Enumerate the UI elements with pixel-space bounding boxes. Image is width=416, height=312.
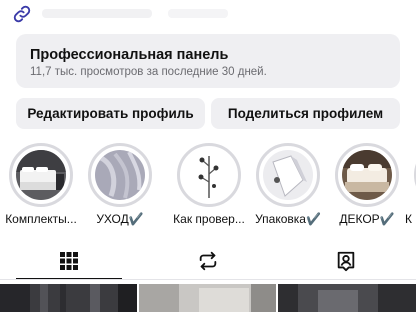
posts-grid bbox=[0, 284, 416, 312]
link-icon bbox=[13, 5, 31, 23]
highlight-ring bbox=[177, 143, 241, 207]
highlight-thumbnail bbox=[16, 150, 66, 200]
post-thumbnail[interactable] bbox=[0, 284, 137, 312]
link-text-cropped-2 bbox=[168, 9, 228, 18]
highlight-label: Комплекты... bbox=[5, 212, 77, 226]
link-text-cropped bbox=[42, 9, 152, 18]
highlight-thumbnail bbox=[263, 150, 313, 200]
highlight-label: Упаковка✔️ bbox=[255, 212, 321, 226]
dashboard-title: Профессиональная панель bbox=[30, 47, 229, 63]
highlight-item[interactable]: Как провер... bbox=[168, 143, 248, 235]
reels-icon bbox=[199, 251, 217, 271]
highlight-ring bbox=[88, 143, 152, 207]
post-thumbnail[interactable] bbox=[278, 284, 416, 312]
highlight-item[interactable]: Упаковка✔️ bbox=[247, 143, 327, 235]
highlight-label: К bbox=[405, 212, 412, 226]
highlight-label: Как провер... bbox=[173, 212, 245, 226]
highlight-thumbnail bbox=[184, 150, 234, 200]
highlight-label: ДЕКОР✔️ bbox=[339, 212, 395, 226]
highlight-label: УХОД✔️ bbox=[96, 212, 144, 226]
tab-posts-grid[interactable] bbox=[56, 248, 82, 274]
profile-tabs bbox=[0, 244, 416, 282]
highlight-item[interactable]: Комплекты... bbox=[0, 143, 80, 235]
grid-icon bbox=[60, 252, 78, 270]
highlight-item[interactable]: К bbox=[405, 143, 416, 235]
tab-reposts[interactable] bbox=[195, 248, 221, 274]
tabs-divider bbox=[0, 279, 416, 280]
dashboard-views-subtitle: 11,7 тыс. просмотров за последние 30 дне… bbox=[30, 66, 267, 78]
profile-link-row[interactable] bbox=[8, 3, 408, 25]
highlight-thumbnail bbox=[342, 150, 392, 200]
highlight-ring bbox=[9, 143, 73, 207]
highlight-thumbnail bbox=[95, 150, 145, 200]
edit-profile-button[interactable]: Редактировать профиль bbox=[16, 98, 205, 129]
highlight-item[interactable]: УХОД✔️ bbox=[79, 143, 159, 235]
post-thumbnail[interactable] bbox=[139, 284, 276, 312]
professional-dashboard-card[interactable]: Профессиональная панель 11,7 тыс. просмо… bbox=[16, 34, 400, 88]
share-profile-button[interactable]: Поделиться профилем bbox=[211, 98, 400, 129]
story-highlights-row: Комплекты... УХОД✔️ Как провер... Упаков… bbox=[0, 143, 416, 235]
tab-tagged[interactable] bbox=[333, 248, 359, 274]
highlight-ring bbox=[335, 143, 399, 207]
highlight-ring bbox=[256, 143, 320, 207]
tagged-icon bbox=[337, 251, 355, 272]
highlight-item[interactable]: ДЕКОР✔️ bbox=[326, 143, 406, 235]
